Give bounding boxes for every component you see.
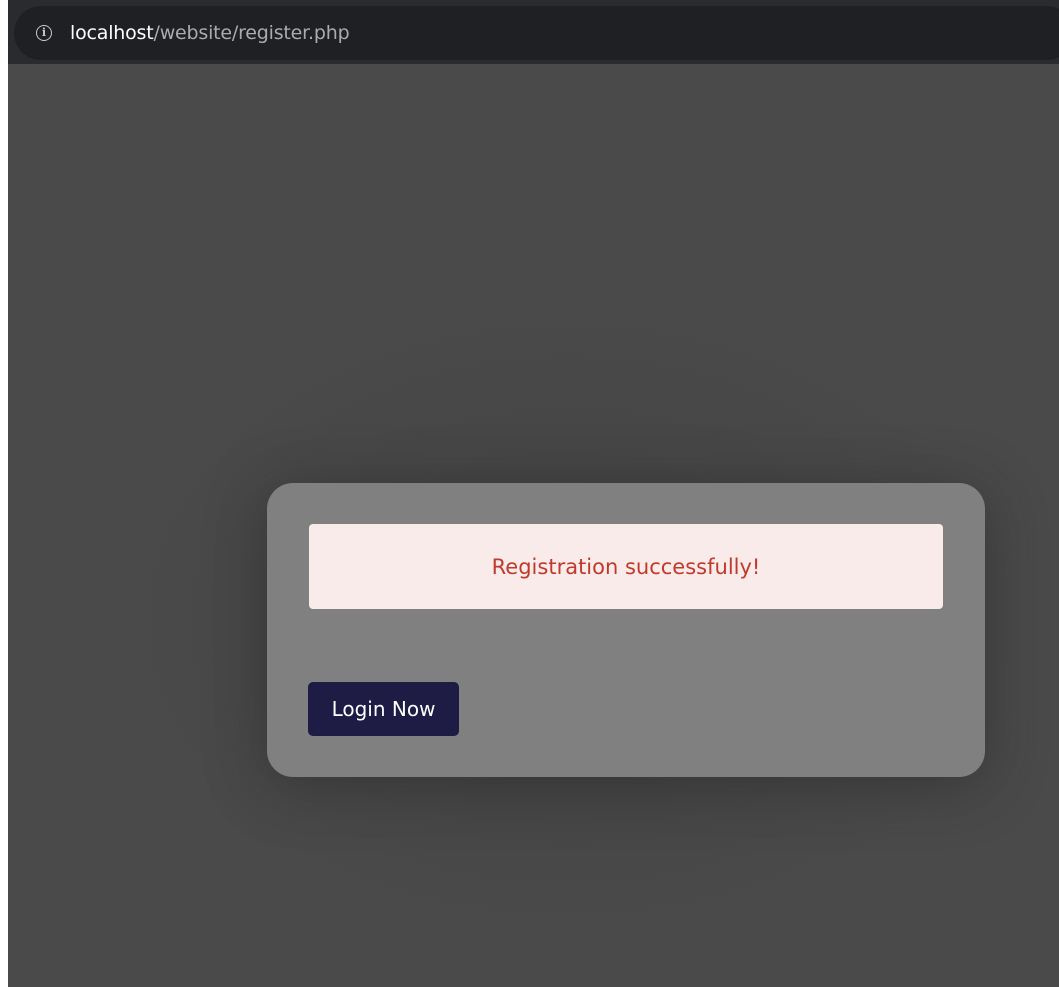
browser-toolbar: i localhost/website/register.php	[8, 0, 1059, 64]
login-now-button[interactable]: Login Now	[308, 682, 459, 736]
address-bar[interactable]: i localhost/website/register.php	[14, 6, 1059, 60]
success-message: Registration successfully!	[309, 524, 943, 609]
url-path: /website/register.php	[153, 22, 350, 44]
info-icon[interactable]: i	[36, 25, 52, 41]
url-text[interactable]: localhost/website/register.php	[70, 22, 350, 44]
registration-card: Registration successfully! Login Now	[267, 483, 985, 777]
url-host: localhost	[70, 22, 154, 44]
browser-viewport: i localhost/website/register.php Registr…	[8, 0, 1059, 987]
